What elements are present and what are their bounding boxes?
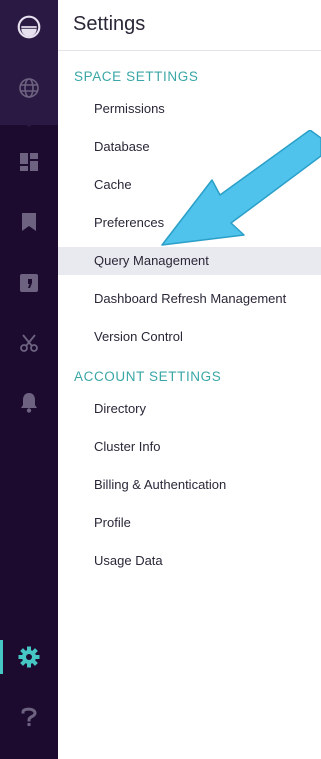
callout-arrow-icon	[161, 130, 321, 246]
menu-item-billing-authentication[interactable]: Billing & Authentication	[58, 471, 321, 499]
menu-item-directory[interactable]: Directory	[58, 395, 321, 423]
menu-item-label: Version Control	[94, 329, 183, 344]
menu-item-dashboard-refresh-management[interactable]: Dashboard Refresh Management	[58, 285, 321, 313]
menu-item-cluster-info[interactable]: Cluster Info	[58, 433, 321, 461]
bell-icon[interactable]	[17, 390, 41, 414]
menu-item-label: Profile	[94, 515, 131, 530]
menu-item-label: Directory	[94, 401, 147, 416]
menu-item-usage-data[interactable]: Usage Data	[58, 547, 321, 575]
bookmark-icon[interactable]	[17, 210, 41, 234]
settings-header: Settings	[58, 0, 321, 51]
menu-item-label: Dashboard Refresh Management	[94, 291, 287, 306]
menu-item-version-control[interactable]: Version Control	[58, 323, 321, 351]
menu-item-label: Cache	[94, 177, 132, 192]
menu-item-label: Permissions	[94, 101, 165, 116]
scissors-icon[interactable]	[17, 331, 41, 355]
sidebar	[0, 0, 58, 759]
menu-item-query-management[interactable]: Query Management	[58, 247, 321, 275]
gear-icon[interactable]	[17, 645, 41, 669]
space-settings-heading: SPACE SETTINGS	[74, 69, 199, 84]
active-indicator	[0, 640, 3, 674]
menu-item-label: Usage Data	[94, 553, 163, 568]
settings-panel: Settings SPACE SETTINGS Permissions Data…	[58, 0, 321, 759]
logo-icon[interactable]	[17, 15, 41, 39]
globe-icon[interactable]	[17, 76, 41, 100]
menu-item-profile[interactable]: Profile	[58, 509, 321, 537]
menu-item-label: Billing & Authentication	[94, 477, 227, 492]
dashboard-icon[interactable]	[17, 150, 41, 174]
menu-item-permissions[interactable]: Permissions	[58, 95, 321, 123]
menu-item-label: Database	[94, 139, 150, 154]
menu-item-label: Cluster Info	[94, 439, 161, 454]
menu-item-label: Query Management	[94, 253, 209, 268]
query-icon[interactable]	[17, 271, 41, 295]
page-title: Settings	[73, 13, 146, 35]
help-icon[interactable]	[17, 705, 41, 729]
account-settings-heading: ACCOUNT SETTINGS	[74, 369, 222, 384]
